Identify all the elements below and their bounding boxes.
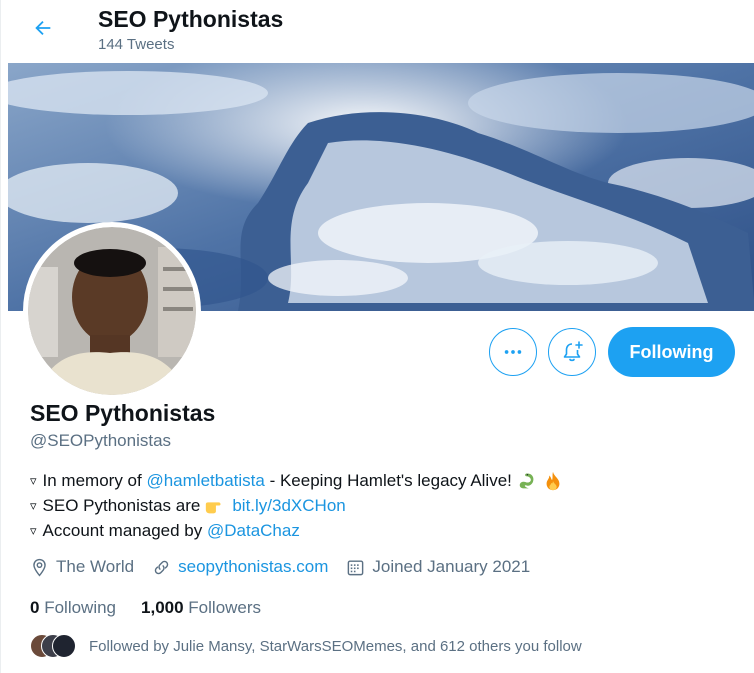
mention-link[interactable]: @DataChaz bbox=[207, 518, 300, 543]
more-dots-icon bbox=[504, 350, 522, 354]
profile-name: SEO Pythonistas bbox=[30, 400, 216, 426]
website-link[interactable]: seopythonistas.com bbox=[178, 557, 328, 577]
bio-text: Account managed by bbox=[42, 521, 203, 540]
fire-emoji-icon bbox=[546, 471, 560, 490]
profile-page: SEO Pythonistas 144 Tweets Following SEO… bbox=[0, 0, 754, 673]
location: The World bbox=[30, 557, 134, 577]
bio-url-link[interactable]: bit.ly/3dXCHon bbox=[232, 493, 345, 518]
notifications-button[interactable] bbox=[548, 328, 596, 376]
bio-text: - Keeping Hamlet's legacy Alive! bbox=[269, 471, 512, 490]
back-button[interactable] bbox=[23, 8, 63, 48]
tweet-count: 144 Tweets bbox=[98, 36, 175, 53]
mention-link[interactable]: @hamletbatista bbox=[146, 468, 264, 493]
following-button[interactable]: Following bbox=[608, 327, 735, 377]
website[interactable]: seopythonistas.com bbox=[152, 557, 328, 577]
calendar-icon bbox=[348, 559, 364, 575]
avatar bbox=[52, 634, 76, 658]
triangle-bullet-icon: ▿ bbox=[30, 498, 37, 513]
triangle-bullet-icon: ▿ bbox=[30, 473, 37, 488]
bio-text: SEO Pythonistas are bbox=[42, 496, 201, 515]
snake-emoji-icon bbox=[519, 472, 534, 488]
join-date: Joined January 2021 bbox=[346, 557, 530, 577]
follower-avatars bbox=[30, 633, 78, 659]
following-count-link[interactable]: 0 Following bbox=[30, 598, 116, 618]
header-title: SEO Pythonistas bbox=[98, 6, 284, 32]
link-icon bbox=[154, 560, 169, 574]
followed-by[interactable]: Followed by Julie Mansy, StarWarsSEOMeme… bbox=[30, 633, 582, 659]
bio-line: ▿ Account managed by @DataChaz bbox=[30, 518, 564, 543]
followers-count-link[interactable]: 1,000 Followers bbox=[141, 598, 261, 618]
profile-meta: The World seopythonistas.com Joined Janu… bbox=[30, 557, 548, 577]
location-pin-icon bbox=[33, 558, 46, 576]
follow-counts: 0 Following 1,000 Followers bbox=[30, 598, 286, 618]
bio-line: ▿ SEO Pythonistas are bit.ly/3dXCHon bbox=[30, 493, 564, 518]
back-arrow-icon bbox=[35, 20, 51, 36]
profile-avatar[interactable] bbox=[23, 222, 201, 400]
bio-line: ▿ In memory of @hamletbatista - Keeping … bbox=[30, 468, 564, 493]
bio-text: In memory of bbox=[42, 471, 142, 490]
profile-bio: ▿ In memory of @hamletbatista - Keeping … bbox=[30, 468, 564, 543]
profile-header: SEO Pythonistas 144 Tweets bbox=[1, 0, 754, 62]
profile-handle: @SEOPythonistas bbox=[30, 431, 172, 450]
pointing-hand-emoji-icon bbox=[206, 501, 221, 513]
bell-plus-icon bbox=[563, 341, 583, 362]
followed-by-text[interactable]: Followed by Julie Mansy, StarWarsSEOMeme… bbox=[89, 638, 582, 655]
triangle-bullet-icon: ▿ bbox=[30, 523, 37, 538]
more-button[interactable] bbox=[489, 328, 537, 376]
